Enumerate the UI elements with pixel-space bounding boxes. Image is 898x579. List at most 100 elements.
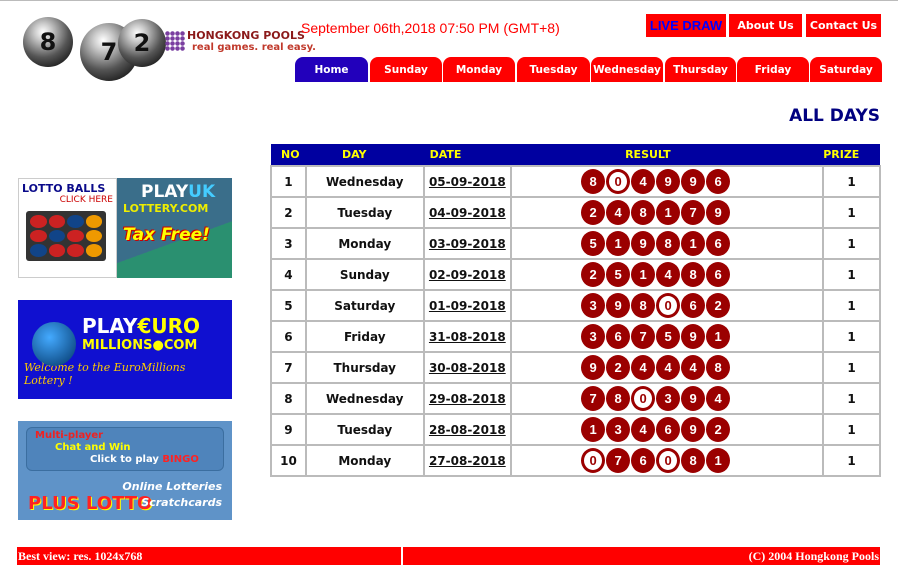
cell-day: Monday [304,444,425,477]
cell-result: 398062 [510,289,825,322]
date-link[interactable]: 03-09-2018 [429,237,506,251]
date-link[interactable]: 28-08-2018 [429,423,506,437]
ad-title: LOTTO BALLS [22,182,106,195]
date-link[interactable]: 04-09-2018 [429,206,506,220]
table-row: 4 Sunday 02-09-2018 251486 1 [270,258,881,291]
contact-us-button[interactable]: Contact Us [806,14,881,37]
cell-result: 248179 [510,196,825,229]
cell-prize: 1 [822,351,881,384]
result-ball: 6 [706,231,731,256]
ad-text: PLAY [141,182,189,202]
live-draw-button[interactable]: LIVE DRAW [646,14,726,37]
result-ball: 0 [656,293,681,318]
result-ball: 6 [706,169,731,194]
tab-wednesday[interactable]: Wednesday [591,57,663,82]
date-link[interactable]: 02-09-2018 [429,268,506,282]
date-link[interactable]: 30-08-2018 [429,361,506,375]
table-row: 3 Monday 03-09-2018 519816 1 [270,227,881,260]
ad-plus-lotto[interactable]: Multi-player Chat and Win Click to play … [18,421,232,520]
tab-saturday[interactable]: Saturday [810,57,882,82]
ad-lotto-playuk[interactable]: LOTTO BALLS CLICK HERE PLAYUK LOTTERY.CO… [18,178,232,278]
table-header: NO DAY DATE RESULT PRIZE [271,144,880,166]
result-ball: 2 [706,417,731,442]
cell-prize: 1 [822,227,881,260]
ad-text: Chat and Win [55,442,131,453]
result-ball: 6 [606,324,631,349]
brand-tagline: real games. real easy. [192,42,316,53]
cell-result: 076081 [510,444,825,477]
cell-day: Sunday [304,258,425,291]
cell-date: 31-08-2018 [422,320,513,353]
result-ball: 9 [581,355,606,380]
header-result: RESULT [511,144,824,166]
date-link[interactable]: 05-09-2018 [429,175,506,189]
table-row: 7 Thursday 30-08-2018 924448 1 [270,351,881,384]
result-ball: 3 [581,293,606,318]
result-ball: 8 [581,169,606,194]
cell-prize: 1 [822,165,881,198]
footer-resolution: Best view: res. 1024x768 [17,547,401,565]
header-no: NO [271,144,306,166]
cell-no: 4 [270,258,307,291]
about-us-button[interactable]: About Us [729,14,802,37]
logo-ball: 2 [118,19,166,67]
tab-thursday[interactable]: Thursday [665,57,736,82]
ad-text: Tax Free! [123,225,210,245]
table-row: 6 Friday 31-08-2018 367591 1 [270,320,881,353]
tab-monday[interactable]: Monday [443,57,515,82]
result-ball: 3 [656,386,681,411]
result-ball: 4 [706,386,731,411]
ad-text: UK [188,182,216,202]
bingo-panel: Multi-player Chat and Win Click to play … [26,427,224,471]
header-date: DATE [423,144,512,166]
cell-no: 3 [270,227,307,260]
ad-lotto-balls[interactable]: LOTTO BALLS CLICK HERE [18,178,117,278]
table-row: 2 Tuesday 04-09-2018 248179 1 [270,196,881,229]
table-row: 10 Monday 27-08-2018 076081 1 [270,444,881,477]
table-row: 8 Wednesday 29-08-2018 780394 1 [270,382,881,415]
result-ball: 2 [606,355,631,380]
result-ball: 6 [706,262,731,287]
cell-prize: 1 [822,196,881,229]
cell-day: Thursday [304,351,425,384]
tab-tuesday[interactable]: Tuesday [517,57,590,82]
cell-prize: 1 [822,444,881,477]
date-link[interactable]: 31-08-2018 [429,330,506,344]
cell-date: 27-08-2018 [422,444,513,477]
ad-text: Scratchcards [141,496,222,509]
cell-no: 8 [270,382,307,415]
table-row: 5 Saturday 01-09-2018 398062 1 [270,289,881,322]
cell-day: Tuesday [304,413,425,446]
date-link[interactable]: 29-08-2018 [429,392,506,406]
cell-result: 367591 [510,320,825,353]
result-ball: 9 [681,169,706,194]
cell-day: Saturday [304,289,425,322]
tab-sunday[interactable]: Sunday [370,57,442,82]
result-ball: 3 [606,417,631,442]
cell-no: 1 [270,165,307,198]
result-ball: 9 [606,293,631,318]
ad-playuk[interactable]: PLAYUK LOTTERY.COM Tax Free! [117,178,232,278]
result-ball: 9 [631,231,656,256]
tab-home[interactable]: Home [295,57,368,82]
ad-text: LOTTERY.COM [123,202,209,215]
result-ball: 1 [706,324,731,349]
current-datetime: September 06th,2018 07:50 PM (GMT+8) [301,20,560,36]
cell-date: 04-09-2018 [422,196,513,229]
result-ball: 2 [706,293,731,318]
result-ball: 1 [656,200,681,225]
ball-box-icon [26,211,106,261]
cell-date: 28-08-2018 [422,413,513,446]
tab-friday[interactable]: Friday [737,57,809,82]
cell-result: 780394 [510,382,825,415]
ad-text: Multi-player [35,430,104,441]
result-ball: 0 [606,169,631,194]
result-ball: 9 [706,200,731,225]
result-ball: 8 [656,231,681,256]
ad-text: PLAY [82,314,138,338]
date-link[interactable]: 01-09-2018 [429,299,506,313]
result-ball: 9 [681,417,706,442]
cell-prize: 1 [822,320,881,353]
ad-euromillions[interactable]: PLAY€URO MILLIONS●COM Welcome to the Eur… [18,300,232,399]
date-link[interactable]: 27-08-2018 [429,454,506,468]
